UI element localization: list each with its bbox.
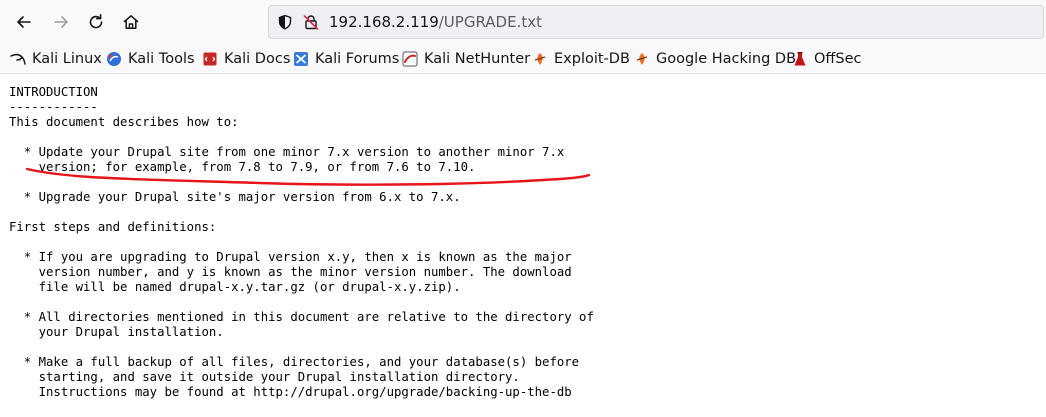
bookmark-label: Kali Forums xyxy=(315,51,400,67)
document-line: This document describes how to: xyxy=(9,115,239,129)
document-line: * Update your Drupal site from one minor… xyxy=(9,145,565,159)
forward-button[interactable] xyxy=(47,8,75,36)
document-line xyxy=(9,205,594,220)
document-text: INTRODUCTION ------------ This document de… xyxy=(9,85,594,400)
bookmark-label: Kali Docs xyxy=(224,51,291,67)
reload-icon xyxy=(89,14,103,29)
bookmark-label: Kali Tools xyxy=(128,51,195,67)
kali-dragon-icon xyxy=(10,51,26,67)
url-text[interactable]: 192.168.2.119/UPGRADE.txt xyxy=(329,12,542,32)
document-line: First steps and definitions: xyxy=(9,220,217,234)
page-content: INTRODUCTION ------------ This document de… xyxy=(0,74,1046,417)
arrow-right-icon xyxy=(54,16,68,28)
bookmark-exploit-db[interactable]: Exploit-DB xyxy=(532,48,630,70)
kali-tools-icon xyxy=(106,51,122,67)
document-line: * Upgrade your Drupal site's major versi… xyxy=(9,190,461,204)
document-line: starting, and save it outside your Drupa… xyxy=(9,370,520,384)
ghdb-icon xyxy=(634,51,650,67)
bookmark-label: OffSec xyxy=(814,51,862,67)
document-line: file will be named drupal-x.y.tar.gz (or… xyxy=(9,280,461,294)
address-bar[interactable]: 192.168.2.119/UPGRADE.txt xyxy=(268,5,1044,39)
bookmark-offsec[interactable]: OffSec xyxy=(792,48,862,70)
kali-docs-icon xyxy=(202,51,218,67)
bookmark-kali-linux[interactable]: Kali Linux xyxy=(10,48,102,70)
document-line: * Make a full backup of all files, direc… xyxy=(9,355,580,369)
document-line xyxy=(9,340,594,355)
document-line: version; for example, from 7.8 to 7.9, o… xyxy=(9,160,476,174)
document-line xyxy=(9,295,594,310)
document-line xyxy=(9,175,594,190)
navigation-toolbar: 192.168.2.119/UPGRADE.txt xyxy=(0,0,1046,44)
document-line: ------------ xyxy=(9,100,98,114)
home-button[interactable] xyxy=(117,8,145,36)
exploit-db-icon xyxy=(532,51,548,67)
bookmark-label: Kali NetHunter xyxy=(424,51,531,67)
url-host: 192.168.2.119 xyxy=(329,13,439,31)
bookmark-label: Kali Linux xyxy=(32,51,102,67)
reload-button[interactable] xyxy=(82,8,110,36)
bookmark-kali-tools[interactable]: Kali Tools xyxy=(106,48,195,70)
bookmark-kali-forums[interactable]: Kali Forums xyxy=(293,48,399,70)
document-line: version number, and y is known as the mi… xyxy=(9,265,572,279)
bookmarks-toolbar: Kali Linux Kali Tools Kali Docs Kali For… xyxy=(0,44,1046,74)
bookmark-kali-nethunter[interactable]: Kali NetHunter xyxy=(402,48,530,70)
document-line: * All directories mentioned in this docu… xyxy=(9,310,594,324)
url-path: /UPGRADE.txt xyxy=(438,13,542,31)
document-line xyxy=(9,130,594,145)
back-button[interactable] xyxy=(10,8,38,36)
nethunter-icon xyxy=(402,51,418,67)
offsec-icon xyxy=(792,51,808,67)
bookmark-google-hacking-db[interactable]: Google Hacking DB xyxy=(634,48,796,70)
arrow-left-icon xyxy=(17,16,31,28)
shield-icon[interactable] xyxy=(277,14,293,30)
document-line: * If you are upgrading to Drupal version… xyxy=(9,250,572,264)
bookmark-kali-docs[interactable]: Kali Docs xyxy=(202,48,290,70)
document-line xyxy=(9,235,594,250)
kali-forums-icon xyxy=(293,51,309,67)
crossed-lock-icon[interactable] xyxy=(303,14,319,30)
home-icon xyxy=(123,15,139,29)
document-line: Instructions may be found at http://drup… xyxy=(9,385,572,399)
bookmark-label: Exploit-DB xyxy=(554,51,630,67)
document-line: INTRODUCTION xyxy=(9,85,98,99)
document-line: your Drupal installation. xyxy=(9,325,224,339)
bookmark-label: Google Hacking DB xyxy=(656,51,797,67)
